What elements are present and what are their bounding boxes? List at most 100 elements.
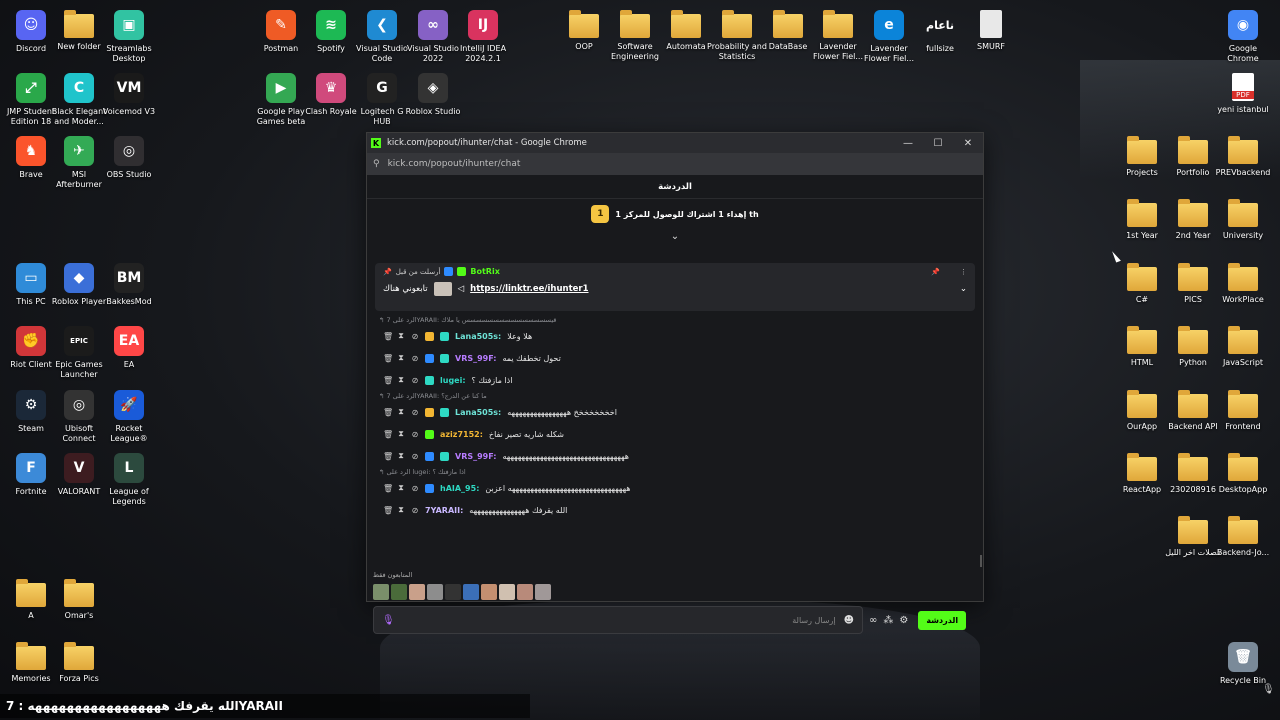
trash-icon[interactable]: 🗑 [383, 484, 393, 493]
folder-icon[interactable] [1127, 136, 1157, 164]
desktop-shortcut[interactable]: ◎ OBS Studio [100, 130, 158, 180]
desktop-shortcut[interactable]: DesktopApp [1214, 447, 1272, 495]
folder-icon[interactable] [1178, 136, 1208, 164]
timeout-icon[interactable]: ⧗ [397, 375, 405, 385]
chat-message[interactable]: 🗑 ⧗ ⊘ hAIA_95: ههههههههههههههههههههههههههههه… [375, 477, 975, 499]
chrome-window[interactable]: K kick.com/popout/ihunter/chat - Google … [366, 132, 984, 634]
trash-icon[interactable]: 🗑 [383, 506, 393, 515]
folder-icon[interactable] [1228, 199, 1258, 227]
chat-send-button[interactable]: الدردشة [918, 610, 967, 630]
valorant-icon[interactable]: V [64, 453, 94, 483]
ea-icon[interactable]: EA [114, 326, 144, 356]
desktop-shortcut[interactable]: SMURF [962, 4, 1020, 52]
chat-username[interactable]: hAIA_95: [440, 484, 479, 493]
ban-icon[interactable]: ⊘ [411, 506, 419, 515]
chat-message[interactable]: 🗑 ⧗ ⊘ lugei: اذا مازفتك ؟ [375, 369, 975, 391]
desktop-shortcut[interactable]: JavaScript [1214, 320, 1272, 368]
folder-icon[interactable] [1127, 453, 1157, 481]
desktop-shortcut[interactable]: 🚀 Rocket League® [100, 384, 158, 444]
trash-icon[interactable]: 🗑 [383, 376, 393, 385]
desktop-shortcut-label[interactable]: Google Chrome [1212, 44, 1274, 64]
avatar[interactable] [391, 584, 407, 600]
desktop-shortcut[interactable]: IJ IntelliJ IDEA 2024.2.1 [454, 4, 512, 64]
roblox-studio-icon[interactable]: ◈ [418, 73, 448, 103]
ban-icon[interactable]: ⊘ [411, 332, 419, 341]
avatar[interactable] [373, 584, 389, 600]
url-text[interactable]: kick.com/popout/ihunter/chat [388, 159, 521, 169]
msi-icon[interactable]: ✈ [64, 136, 94, 166]
chat-username[interactable]: lugei: [440, 376, 466, 385]
unpin-icon[interactable]: 📌 [931, 268, 940, 276]
chat-message[interactable]: 🗑 ⧗ ⊘ Lana505s: اخخخخخخخخ ههههههههههههههههه [375, 401, 975, 423]
ban-icon[interactable]: ⊘ [411, 452, 419, 461]
folder-icon[interactable] [1178, 263, 1208, 291]
desktop-shortcut[interactable]: Software Engineering [606, 4, 664, 62]
pinned-link[interactable]: https://linktr.ee/ihunter1 [470, 284, 588, 294]
scrollbar[interactable] [980, 555, 982, 567]
postman-icon[interactable]: ✎ [266, 10, 296, 40]
roblox-icon[interactable]: ◆ [64, 263, 94, 293]
desktop-shortcut-label[interactable]: JavaScript [1212, 358, 1274, 368]
desktop-shortcut[interactable]: VM Voicemod V3 [100, 67, 158, 117]
chat-message[interactable]: 🗑 ⧗ ⊘ 7YARAII: الله يقرفك هههههههههههههههه [375, 499, 975, 521]
folder-icon[interactable] [16, 579, 46, 607]
timeout-icon[interactable]: ⧗ [397, 331, 405, 341]
desktop-shortcut[interactable]: yeni istanbul [1214, 67, 1272, 115]
site-settings-icon[interactable]: ⚲ [373, 159, 380, 169]
folder-icon[interactable] [1178, 516, 1208, 544]
brave-icon[interactable]: ♞ [16, 136, 46, 166]
chrome-icon[interactable]: ◉ [1228, 10, 1258, 40]
desktop-shortcut[interactable]: EA EA [100, 320, 158, 370]
folder-icon[interactable] [620, 10, 650, 38]
timeout-icon[interactable]: ⧗ [397, 429, 405, 439]
microphone-icon[interactable]: 🎙 [382, 615, 395, 626]
timeout-icon[interactable]: ⧗ [397, 505, 405, 515]
expand-chevron-icon[interactable]: ⌄ [367, 229, 983, 243]
timeout-icon[interactable]: ⧗ [397, 353, 405, 363]
league-icon[interactable]: L [114, 453, 144, 483]
desktop-shortcut-label[interactable]: Roblox Studio [402, 107, 464, 117]
folder-icon[interactable] [671, 10, 701, 38]
riot-icon[interactable]: ✊ [16, 326, 46, 356]
chat-username[interactable]: VRS_99F: [455, 452, 496, 461]
desktop-shortcut-label[interactable]: DesktopApp [1212, 485, 1274, 495]
pdf-icon[interactable] [1232, 73, 1254, 101]
trash-icon[interactable]: 🗑 [383, 408, 393, 417]
desktop-shortcut-label[interactable]: Voicemod V3 [98, 107, 160, 117]
desktop-shortcut[interactable]: Omar's [50, 573, 108, 621]
avatar[interactable] [535, 584, 551, 600]
folder-icon[interactable] [1228, 136, 1258, 164]
ban-icon[interactable]: ⊘ [411, 376, 419, 385]
folder-icon[interactable] [1178, 390, 1208, 418]
voicemod-icon[interactable]: VM [114, 73, 144, 103]
avatar[interactable] [445, 584, 461, 600]
document-icon[interactable] [980, 10, 1002, 38]
window-titlebar[interactable]: K kick.com/popout/ihunter/chat - Google … [367, 133, 983, 153]
folder-icon[interactable] [1178, 199, 1208, 227]
timeout-icon[interactable]: ⧗ [397, 407, 405, 417]
desktop-shortcut-label[interactable]: League of Legends [98, 487, 160, 507]
ban-icon[interactable]: ⊘ [411, 408, 419, 417]
avatar[interactable] [481, 584, 497, 600]
desktop-shortcut[interactable]: BM BakkesMod [100, 257, 158, 307]
desktop-shortcut[interactable]: ◉ Google Chrome [1214, 4, 1272, 64]
timeout-icon[interactable]: ⧗ [397, 451, 405, 461]
chat-username[interactable]: VRS_99F: [455, 354, 496, 363]
chat-input-placeholder[interactable]: إرسال رسالة [395, 616, 844, 625]
intellij-icon[interactable]: IJ [468, 10, 498, 40]
chat-message[interactable]: 🗑 ⧗ ⊘ Lana505s: هلا وعلا [375, 325, 975, 347]
google-play-games-icon[interactable]: ▶ [266, 73, 296, 103]
this-pc-icon[interactable]: ▭ [16, 263, 46, 293]
folder-icon[interactable] [1127, 326, 1157, 354]
desktop-shortcut-label[interactable]: yeni istanbul [1212, 105, 1274, 115]
desktop-shortcut[interactable]: University [1214, 193, 1272, 241]
close-button[interactable]: ✕ [953, 133, 983, 153]
fortnite-icon[interactable]: F [16, 453, 46, 483]
avatar[interactable] [409, 584, 425, 600]
desktop-shortcut-label[interactable]: EA [98, 360, 160, 370]
folder-icon[interactable] [1228, 326, 1258, 354]
desktop-shortcut[interactable]: e Lavender Flower Fiel... [860, 4, 918, 64]
desktop-shortcut-label[interactable]: Omar's [48, 611, 110, 621]
desktop-shortcut[interactable]: Forza Pics [50, 636, 108, 684]
desktop-shortcut-label[interactable]: OBS Studio [98, 170, 160, 180]
